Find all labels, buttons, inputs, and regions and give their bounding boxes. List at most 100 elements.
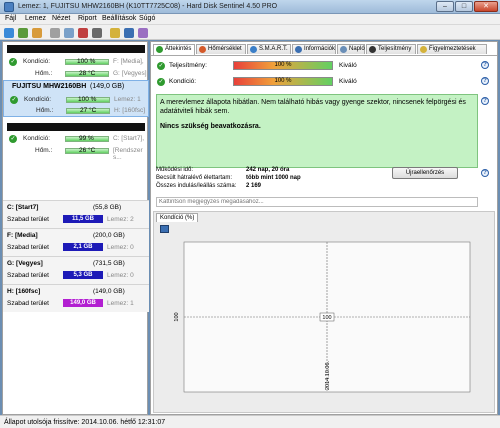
condition-value: 100 % xyxy=(78,96,97,103)
menu-bar: Fájl Lemez Nézet Riport Beállítások Súgó xyxy=(0,14,500,25)
free-space-bar: 5,3 GB xyxy=(63,271,103,279)
disk-entry-2[interactable]: ✓ Kondíció: 99 % C: [Start7], Hőm.: 26 °… xyxy=(3,122,149,161)
check-icon: ✓ xyxy=(157,78,165,86)
title-bar: Lemez: 1, FUJITSU MHW2160BH (K10TT7725C0… xyxy=(0,0,500,14)
condition-value: 99 % xyxy=(79,135,94,142)
menu-help[interactable]: Súgó xyxy=(139,15,155,22)
volume-c[interactable]: C: [Start7] (55,8 GB) Szabad terület 11,… xyxy=(3,200,149,228)
tab-divider xyxy=(151,55,497,56)
alert-icon xyxy=(420,46,427,53)
save-icon[interactable] xyxy=(160,225,169,233)
disk-name-redacted xyxy=(7,45,145,53)
start-count-value: 2 169 xyxy=(246,183,262,189)
disk-number: Lemez: 1 xyxy=(114,96,141,103)
chart-panel: Kondíció (%) 100 100 2014.10.06. xyxy=(153,211,495,413)
menu-file[interactable]: Fájl xyxy=(5,15,16,22)
drive-icon[interactable] xyxy=(50,28,60,38)
tab-log[interactable]: Napló xyxy=(337,44,365,54)
help-icon[interactable]: ? xyxy=(481,169,489,177)
tab-overview[interactable]: Áttekintés xyxy=(153,44,195,55)
free-space-label: Szabad terület xyxy=(7,272,49,279)
volume-name: F: [Media] xyxy=(7,232,38,239)
tab-label: Napló xyxy=(349,46,365,52)
chart-tab-condition[interactable]: Kondíció (%) xyxy=(156,213,199,222)
performance-rating: Kiváló xyxy=(339,62,357,69)
volume-size: (731,5 GB) xyxy=(93,260,125,267)
temp-label: Hőm.: xyxy=(35,147,53,154)
report-icon[interactable] xyxy=(32,28,42,38)
check-icon: ✓ xyxy=(10,96,18,104)
check-icon xyxy=(156,46,163,53)
maximize-button[interactable]: □ xyxy=(455,1,473,12)
x-tick-label: 2014.10.06. xyxy=(325,360,331,390)
free-space-label: Szabad terület xyxy=(7,216,49,223)
uptime-value: 242 nap, 20 óra xyxy=(246,167,290,173)
tab-information[interactable]: Információk xyxy=(292,44,336,54)
disk-entry-0[interactable]: ✓ Kondíció: 100 % F: [Media], Hőm.: 28 °… xyxy=(3,44,149,77)
free-space-bar: 2,1 GB xyxy=(63,243,103,251)
volume-f[interactable]: F: [Media] (200,0 GB) Szabad terület 2,1… xyxy=(3,228,149,256)
lifetime-value: több mint 1000 nap xyxy=(246,175,301,181)
settings-icon[interactable] xyxy=(92,28,102,38)
disk-name: FUJITSU MHW2160BH xyxy=(12,83,87,90)
tab-alerts[interactable]: Figyelmeztetések xyxy=(417,44,487,54)
tab-label: Információk xyxy=(304,46,336,52)
test-icon[interactable] xyxy=(64,28,74,38)
condition-label: Kondíció: xyxy=(23,135,51,142)
menu-settings[interactable]: Beállítások xyxy=(102,15,136,22)
drive-partitions: F: [Media], xyxy=(113,58,144,65)
tab-smart[interactable]: S.M.A.R.T. xyxy=(247,44,291,54)
help-icon[interactable]: ? xyxy=(481,77,489,85)
free-space-label: Szabad terület xyxy=(7,300,49,307)
info-icon[interactable] xyxy=(110,28,120,38)
menu-disk[interactable]: Lemez xyxy=(25,15,46,22)
check-icon: ✓ xyxy=(9,135,17,143)
app-icon xyxy=(4,2,14,12)
free-space-bar: 11,5 GB xyxy=(63,215,103,223)
refresh-icon[interactable] xyxy=(4,28,14,38)
recheck-button[interactable]: Újraellenőrzés xyxy=(392,167,458,179)
details-pane: Áttekintés Hőmérséklet S.M.A.R.T. Inform… xyxy=(150,41,498,415)
tab-performance[interactable]: Teljesítmény xyxy=(366,44,416,54)
data-label: 100 xyxy=(322,315,331,321)
lifetime-label: Becsült hátralévő élettartam: xyxy=(156,175,233,181)
close-button[interactable]: ✕ xyxy=(474,1,498,12)
temp-value: 27 °C xyxy=(80,107,97,114)
disk-entry-selected[interactable]: FUJITSU MHW2160BH (149,0 GB) ✓ Kondíció:… xyxy=(3,80,149,117)
minimize-button[interactable]: – xyxy=(436,1,454,12)
comment-input[interactable] xyxy=(156,197,478,207)
status-bar: Állapot utolsója frissítve: 2014.10.06. … xyxy=(0,415,500,428)
toolbar xyxy=(0,25,500,40)
status-message-box: A merevlemez állapota hibátlan. Nem talá… xyxy=(156,94,478,168)
about-icon[interactable] xyxy=(138,28,148,38)
menu-view[interactable]: Nézet xyxy=(52,15,70,22)
help-icon[interactable]: ? xyxy=(481,97,489,105)
condition-bar: 100 % xyxy=(233,77,333,86)
y-tick-label: 100 xyxy=(174,312,180,321)
performance-bar: 100 % xyxy=(233,61,333,70)
menu-report[interactable]: Riport xyxy=(78,15,97,22)
condition-rating: Kiváló xyxy=(339,78,357,85)
alert-icon[interactable] xyxy=(78,28,88,38)
volume-h[interactable]: H: [160fsc] (149,0 GB) Szabad terület 14… xyxy=(3,284,149,312)
help-icon[interactable]: ? xyxy=(481,61,489,69)
volume-g[interactable]: G: [Vegyes] (731,5 GB) Szabad terület 5,… xyxy=(3,256,149,284)
log-icon xyxy=(340,46,347,53)
condition-label: Kondíció: xyxy=(23,58,51,65)
help-icon[interactable] xyxy=(124,28,134,38)
free-space-bar: 149,0 GB xyxy=(63,299,103,307)
volume-name: G: [Vegyes] xyxy=(7,260,43,267)
check-icon: ✓ xyxy=(9,58,17,66)
tab-label: Hőmérséklet xyxy=(208,46,242,52)
tab-label: Figyelmeztetések xyxy=(429,46,476,52)
disk-size: (149,0 GB) xyxy=(90,83,125,90)
free-space-label: Szabad terület xyxy=(7,244,49,251)
start-count-label: Összes indulás/leállás száma: xyxy=(156,183,237,189)
tab-temperature[interactable]: Hőmérséklet xyxy=(196,44,246,54)
disk-icon[interactable] xyxy=(18,28,28,38)
condition-label: Kondíció: xyxy=(169,78,197,85)
tab-label: S.M.A.R.T. xyxy=(259,46,288,52)
volume-size: (200,0 GB) xyxy=(93,232,125,239)
status-text: A merevlemez állapota hibátlan. Nem talá… xyxy=(160,99,466,115)
status-action: Nincs szükség beavatkozásra. xyxy=(160,123,261,130)
